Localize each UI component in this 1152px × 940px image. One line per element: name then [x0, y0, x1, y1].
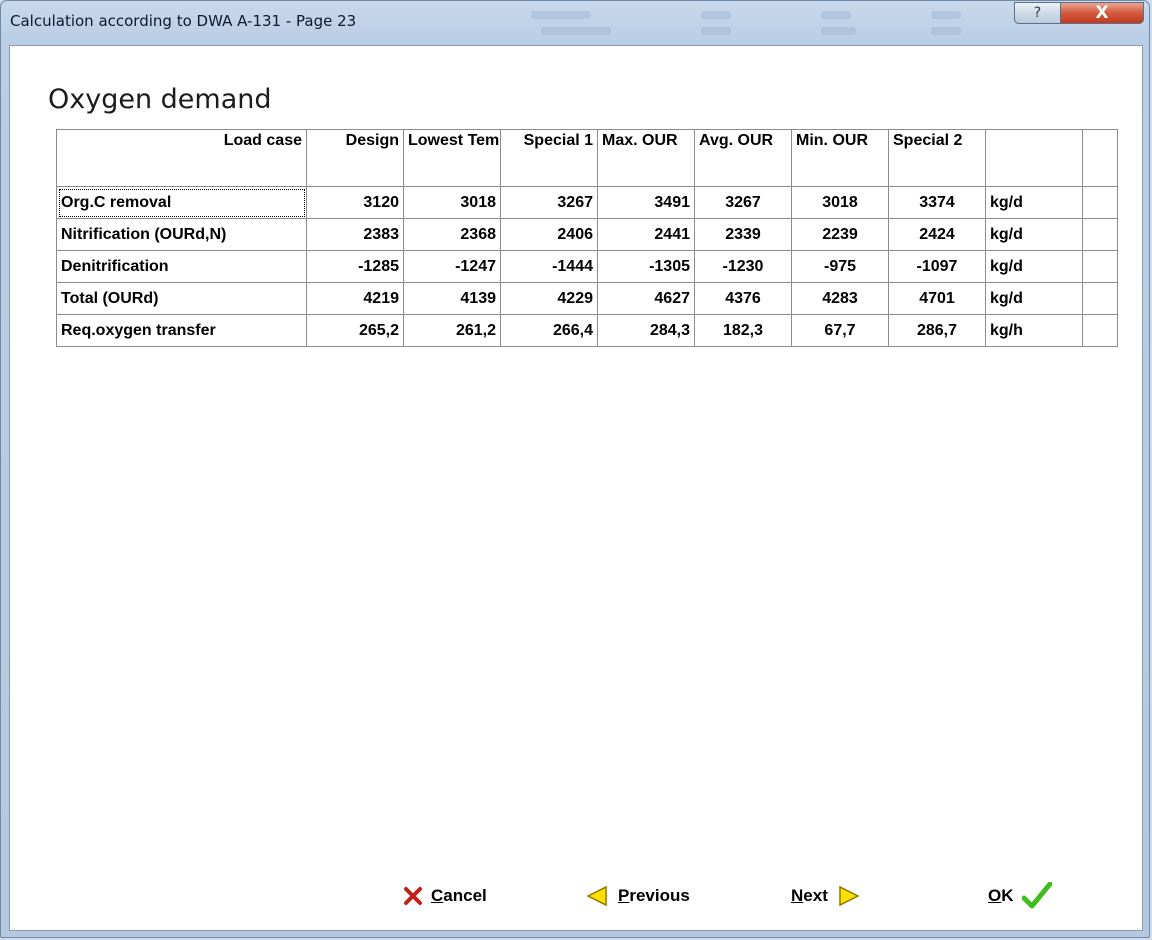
- dialog-window: Calculation according to DWA A-131 - Pag…: [0, 0, 1150, 938]
- table-cell[interactable]: 3267: [694, 186, 792, 219]
- column-header: Special 1: [500, 129, 598, 187]
- cancel-label: Cancel: [431, 886, 487, 905]
- table-cell[interactable]: 2441: [597, 218, 695, 251]
- background-artifact: [541, 27, 611, 35]
- oxygen-demand-table: Load case DesignLowest Temp.Special 1Max…: [56, 129, 1118, 347]
- row-label[interactable]: Total (OURd): [56, 282, 307, 315]
- table-row: Org.C removal 3120 3018 3267 3491 3267 3018 337…: [56, 186, 1118, 219]
- table-header-row: Load case DesignLowest Temp.Special 1Max…: [56, 129, 1118, 187]
- ok-button[interactable]: OK: [988, 882, 1052, 910]
- table-cell[interactable]: -975: [791, 250, 889, 283]
- filler-cell: [1082, 250, 1118, 283]
- next-button[interactable]: Next: [791, 882, 860, 910]
- filler-cell: [1082, 186, 1118, 219]
- row-label[interactable]: Org.C removal: [56, 186, 307, 219]
- table-cell[interactable]: 265,2: [306, 314, 404, 347]
- table-cell[interactable]: 4139: [403, 282, 501, 315]
- row-label[interactable]: Req.oxygen transfer: [56, 314, 307, 347]
- table-cell[interactable]: 3267: [500, 186, 598, 219]
- column-header: Design: [306, 129, 404, 187]
- table-cell[interactable]: -1444: [500, 250, 598, 283]
- right-arrow-icon: [839, 885, 860, 907]
- table-cell[interactable]: 2383: [306, 218, 404, 251]
- table-cell[interactable]: 2424: [888, 218, 986, 251]
- table-cell[interactable]: 286,7: [888, 314, 986, 347]
- table-cell[interactable]: 3374: [888, 186, 986, 219]
- table-cell[interactable]: 284,3: [597, 314, 695, 347]
- table-cell[interactable]: 266,4: [500, 314, 598, 347]
- left-arrow-icon: [586, 885, 607, 907]
- column-header-filler: [1082, 129, 1118, 187]
- close-icon: X: [1095, 3, 1109, 23]
- table-row: Denitrification -1285 -1247 -1444 -1305 -1230…: [56, 250, 1118, 283]
- unit-cell: kg/h: [985, 314, 1083, 347]
- ok-label: OK: [988, 886, 1014, 905]
- previous-label: Previous: [618, 886, 690, 905]
- background-artifact: [931, 27, 961, 35]
- background-artifact: [821, 27, 856, 35]
- row-label[interactable]: Nitrification (OURd,N): [56, 218, 307, 251]
- close-button[interactable]: X: [1060, 2, 1144, 24]
- help-icon: ?: [1033, 5, 1042, 21]
- column-header: Min. OUR: [791, 129, 889, 187]
- green-check-icon: [1021, 882, 1052, 909]
- unit-cell: kg/d: [985, 282, 1083, 315]
- table-cell[interactable]: 2239: [791, 218, 889, 251]
- background-artifact: [531, 11, 591, 19]
- cancel-button[interactable]: Cancel: [403, 882, 487, 910]
- filler-cell: [1082, 314, 1118, 347]
- help-button[interactable]: ?: [1014, 2, 1061, 24]
- table-cell[interactable]: -1097: [888, 250, 986, 283]
- row-label[interactable]: Denitrification: [56, 250, 307, 283]
- page-title: Oxygen demand: [48, 84, 272, 115]
- unit-cell: kg/d: [985, 218, 1083, 251]
- red-x-icon: [404, 887, 422, 905]
- table-cell[interactable]: 67,7: [791, 314, 889, 347]
- table-cell[interactable]: 4229: [500, 282, 598, 315]
- table-cell[interactable]: 3120: [306, 186, 404, 219]
- previous-button[interactable]: Previous: [586, 882, 690, 910]
- table-cell[interactable]: 3018: [403, 186, 501, 219]
- column-header-load-case: Load case: [56, 129, 307, 187]
- title-bar[interactable]: Calculation according to DWA A-131 - Pag…: [1, 1, 1149, 45]
- column-header: Avg. OUR: [694, 129, 792, 187]
- filler-cell: [1082, 218, 1118, 251]
- filler-cell: [1082, 282, 1118, 315]
- table-cell[interactable]: -1230: [694, 250, 792, 283]
- table-body: Org.C removal 3120 3018 3267 3491 3267 3018 337…: [56, 186, 1118, 347]
- table-cell[interactable]: 3018: [791, 186, 889, 219]
- table-cell[interactable]: 3491: [597, 186, 695, 219]
- table-cell[interactable]: 2368: [403, 218, 501, 251]
- column-header-unit: [985, 129, 1083, 187]
- table-row: Req.oxygen transfer 265,2 261,2 266,4 284,3 1…: [56, 314, 1118, 347]
- background-artifact: [701, 27, 731, 35]
- background-artifact: [701, 11, 731, 19]
- unit-cell: kg/d: [985, 186, 1083, 219]
- background-artifact: [931, 11, 961, 19]
- table-cell[interactable]: 4376: [694, 282, 792, 315]
- table-cell[interactable]: 4283: [791, 282, 889, 315]
- table-cell[interactable]: 261,2: [403, 314, 501, 347]
- window-title: Calculation according to DWA A-131 - Pag…: [10, 12, 357, 30]
- table-cell[interactable]: 4219: [306, 282, 404, 315]
- table-cell[interactable]: 2339: [694, 218, 792, 251]
- next-label: Next: [791, 886, 828, 905]
- table-row: Nitrification (OURd,N) 2383 2368 2406 2441 23…: [56, 218, 1118, 251]
- background-artifact: [821, 11, 851, 19]
- table-cell[interactable]: 4701: [888, 282, 986, 315]
- table-cell[interactable]: -1247: [403, 250, 501, 283]
- table-cell[interactable]: 182,3: [694, 314, 792, 347]
- column-header: Max. OUR: [597, 129, 695, 187]
- table-cell[interactable]: 4627: [597, 282, 695, 315]
- column-header: Lowest Temp.: [403, 129, 501, 187]
- column-header: Special 2: [888, 129, 986, 187]
- unit-cell: kg/d: [985, 250, 1083, 283]
- table-cell[interactable]: 2406: [500, 218, 598, 251]
- table-cell[interactable]: -1305: [597, 250, 695, 283]
- table-cell[interactable]: -1285: [306, 250, 404, 283]
- dialog-client-area: Oxygen demand Load case Design Lowest Tem…: [9, 45, 1143, 931]
- table-row: Total (OURd) 4219 4139 4229 4627 4376 4283 4701…: [56, 282, 1118, 315]
